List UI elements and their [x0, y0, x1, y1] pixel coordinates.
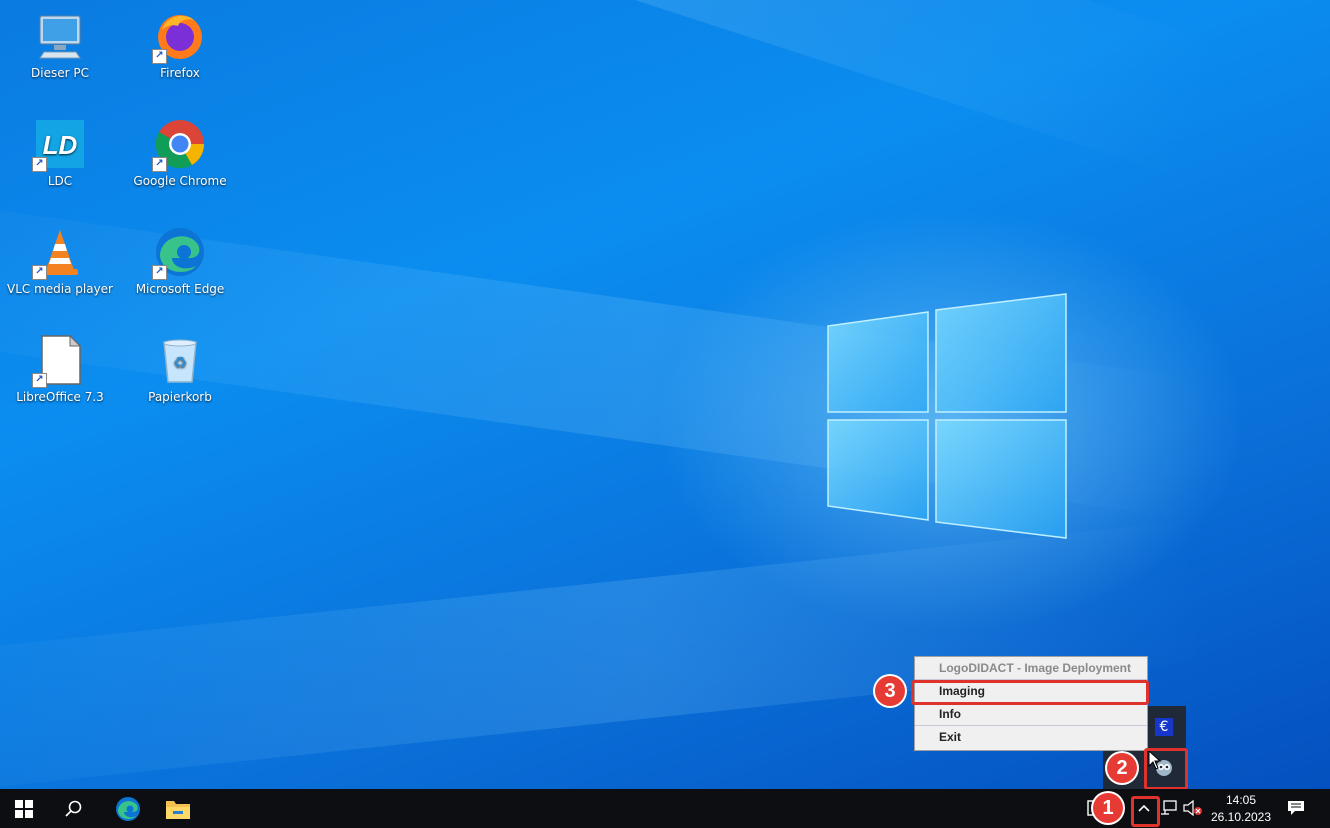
taskbar-clock[interactable]: 14:05 26.10.2023 — [1206, 792, 1276, 826]
windows-start-icon — [15, 799, 33, 818]
desktop-icon-label: VLC media player — [6, 282, 113, 296]
desktop-icon-dieser-pc[interactable]: Dieser PC — [5, 2, 115, 102]
windows-logo — [827, 293, 1067, 539]
desktop-icon-firefox[interactable]: ↗ Firefox — [125, 2, 235, 102]
desktop-icon-label: Dieser PC — [31, 66, 89, 80]
desktop-icon-label: LibreOffice 7.3 — [16, 390, 104, 404]
shortcut-arrow-icon: ↗ — [152, 49, 167, 64]
clock-date: 26.10.2023 — [1210, 810, 1272, 824]
step-badge-1: 1 — [1093, 793, 1123, 823]
shortcut-arrow-icon: ↗ — [152, 265, 167, 280]
desktop-icon-label: Google Chrome — [133, 174, 227, 188]
search-icon — [65, 800, 82, 817]
search-button[interactable] — [50, 789, 98, 828]
taskbar-explorer-button[interactable] — [154, 789, 202, 828]
start-button[interactable] — [0, 789, 48, 828]
highlight-imaging — [911, 680, 1149, 705]
shortcut-arrow-icon: ↗ — [32, 373, 47, 388]
taskbar-edge-button[interactable] — [104, 789, 152, 828]
highlight-tray-icon — [1144, 748, 1188, 789]
svg-text:LD: LD — [43, 130, 78, 160]
shortcut-arrow-icon: ↗ — [152, 157, 167, 172]
folder-icon — [166, 800, 190, 819]
recycle-bin-icon: ♻ — [154, 334, 206, 386]
notification-icon — [1288, 801, 1304, 815]
clock-time: 14:05 — [1225, 793, 1257, 807]
action-center-button[interactable] — [1286, 798, 1306, 818]
desktop-background: Dieser PC ↗ Firefox LD ↗ LDC ↗ Google Ch… — [0, 0, 1330, 789]
ldc-icon: LD ↗ — [32, 118, 86, 172]
shortcut-arrow-icon: ↗ — [32, 157, 47, 172]
edge-icon — [116, 796, 140, 821]
chrome-icon: ↗ — [152, 118, 206, 172]
network-icon[interactable] — [1159, 798, 1179, 818]
desktop-icon-label: Firefox — [160, 66, 200, 80]
desktop-icon-label: Papierkorb — [148, 390, 212, 404]
vlc-cone-icon: ↗ — [32, 226, 86, 280]
computer-icon — [34, 10, 86, 62]
menu-header: LogoDIDACT - Image Deployment — [915, 657, 1147, 680]
menu-item-exit[interactable]: Exit — [915, 726, 1147, 748]
firefox-icon: ↗ — [152, 10, 206, 64]
svg-text:♻: ♻ — [173, 353, 187, 372]
desktop-icon-ldc[interactable]: LD ↗ LDC — [5, 110, 115, 210]
taskbar: 14:05 26.10.2023 1 — [0, 789, 1330, 828]
step-badge-2: 2 — [1107, 753, 1137, 783]
desktop-icon-label: LDC — [47, 174, 73, 188]
desktop-icon-google-chrome[interactable]: ↗ Google Chrome — [125, 110, 235, 210]
edge-icon: ↗ — [152, 226, 206, 280]
desktop-icon-vlc[interactable]: ↗ VLC media player — [5, 218, 115, 318]
shortcut-arrow-icon: ↗ — [32, 265, 47, 280]
desktop-icon-libreoffice[interactable]: ↗ LibreOffice 7.3 — [5, 326, 115, 426]
euro-icon[interactable]: € — [1153, 716, 1175, 738]
desktop-icon-papierkorb[interactable]: ♻ Papierkorb — [125, 326, 235, 426]
desktop-icon-microsoft-edge[interactable]: ↗ Microsoft Edge — [125, 218, 235, 318]
highlight-chevron — [1131, 796, 1160, 827]
desktop-icon-label: Microsoft Edge — [135, 282, 225, 296]
menu-item-info[interactable]: Info — [915, 703, 1147, 726]
libreoffice-document-icon: ↗ — [32, 334, 86, 388]
volume-muted-icon[interactable] — [1183, 798, 1203, 818]
step-badge-3: 3 — [875, 676, 905, 706]
